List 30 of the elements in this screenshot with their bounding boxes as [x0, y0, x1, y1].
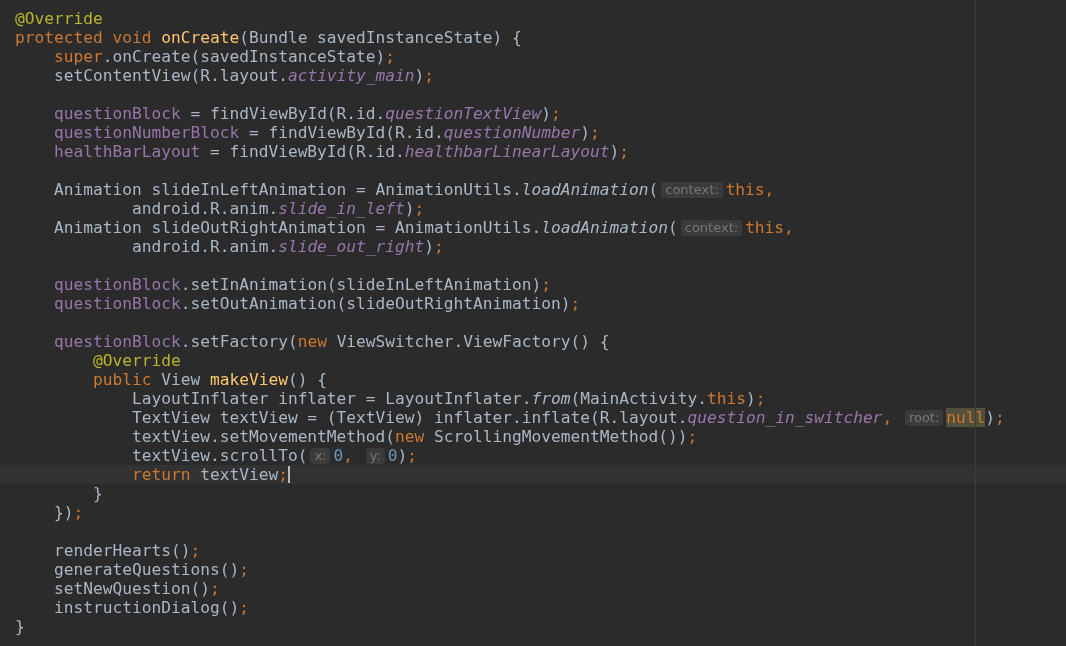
- code-line: questionNumberBlock = findViewById(R.id.questionNumber);: [52, 123, 600, 142]
- code-line: @Override: [91, 351, 181, 370]
- code-line: android.R.anim.slide_out_right);: [130, 237, 444, 256]
- code-line: Animation slideInLeftAnimation = AnimationUtils.loadAnimation( context: this,: [52, 180, 775, 199]
- code-line: textView.setMovementMethod(new ScrollingMovementMethod());: [130, 427, 698, 446]
- code-line: LayoutInflater inflater = LayoutInflater.from(MainActivity.this);: [130, 389, 766, 408]
- code-line: instructionDialog();: [52, 598, 249, 617]
- code-line: healthBarLayout = findViewById(R.id.healthbarLinearLayout);: [52, 142, 629, 161]
- code-line: TextView textView = (TextView) inflater.inflate(R.layout.question_in_switcher, root: null);: [130, 408, 1005, 427]
- code-line: }: [91, 484, 103, 503]
- code-line: return textView;: [130, 465, 288, 484]
- code-line: questionBlock.setInAnimation(slideInLeftAnimation);: [52, 275, 552, 294]
- code-line: });: [52, 503, 84, 522]
- code-line: super.onCreate(savedInstanceState);: [52, 47, 396, 66]
- code-line: generateQuestions();: [52, 560, 249, 579]
- code-line: Animation slideOutRightAnimation = AnimationUtils.loadAnimation( context: this,: [52, 218, 794, 237]
- code-line: @Override: [15, 9, 103, 28]
- code-line: public View makeView() {: [91, 370, 327, 389]
- code-line: android.R.anim.slide_in_left);: [130, 199, 425, 218]
- code-line: setContentView(R.layout.activity_main);: [52, 66, 435, 85]
- code-line: questionBlock = findViewById(R.id.questionTextView);: [52, 104, 561, 123]
- code-line: setNewQuestion();: [52, 579, 220, 598]
- code-line: questionBlock.setOutAnimation(slideOutRightAnimation);: [52, 294, 581, 313]
- code-line: protected void onCreate(Bundle savedInstanceState) {: [15, 28, 522, 47]
- code-line: }: [15, 617, 25, 636]
- code-line: textView.scrollTo( x: 0, y: 0);: [130, 446, 418, 465]
- code-line: renderHearts();: [52, 541, 201, 560]
- text-cursor: [287, 466, 290, 483]
- code-editor[interactable]: [0, 0, 1066, 646]
- code-line: questionBlock.setFactory(new ViewSwitcher.ViewFactory() {: [52, 332, 610, 351]
